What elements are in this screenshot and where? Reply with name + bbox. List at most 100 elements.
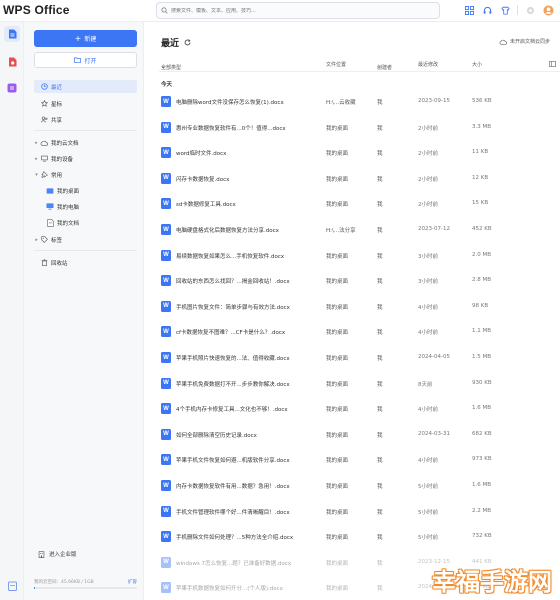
file-name: 惠州专业数据恢复软件有...0个！值得...docx bbox=[176, 125, 286, 132]
enterprise-entry[interactable]: 进入企业版 bbox=[38, 550, 77, 558]
file-size: 11 KB bbox=[472, 149, 489, 156]
column-location[interactable]: 文件位置 bbox=[326, 61, 346, 68]
table-row[interactable]: W 手机删除文件如何处理？...5种方法全介绍.docx 我的桌面我 5小时前 732 … bbox=[159, 525, 559, 551]
table-row[interactable]: W 手机图片恢复文件：简单步骤与有效方法.docx 我的桌面我 4小时前 98 KB bbox=[159, 295, 559, 321]
table-row[interactable]: W 4个手机内存卡修复工具...文化也不够！.docx 我的桌面我 4小时前 1.6 M… bbox=[159, 397, 559, 423]
column-size[interactable]: 大小 bbox=[472, 61, 482, 68]
sidebar-item-frequent[interactable]: ▾ 常用 bbox=[34, 168, 137, 181]
file-location[interactable]: 我的桌面 bbox=[326, 354, 376, 362]
table-row[interactable]: W 苹果手机照片快速恢复的...法、值得收藏.docx 我的桌面我 2024-04-0… bbox=[159, 346, 559, 372]
settings-icon[interactable] bbox=[524, 4, 536, 16]
cloud-sync-icon bbox=[499, 39, 507, 45]
sidebar-item-trash[interactable]: 回收站 bbox=[34, 256, 137, 269]
table-row[interactable]: W 如何全部删除清空历史记录.docx 我的桌面我 2024-03-31 682 KB bbox=[159, 423, 559, 449]
file-modified: 4小时前 bbox=[418, 304, 438, 311]
file-location[interactable]: 我的桌面 bbox=[326, 175, 376, 183]
cloud-sync-button[interactable]: 未开启文档云同步 bbox=[499, 38, 550, 45]
refresh-icon[interactable] bbox=[184, 39, 191, 46]
file-location[interactable]: 我的桌面 bbox=[326, 252, 376, 260]
file-name: sd卡数据修复工具.docx bbox=[176, 202, 236, 209]
sidebar-item-my-docs[interactable]: 我的文档 bbox=[34, 216, 137, 229]
word-doc-icon: W bbox=[161, 454, 171, 466]
sidebar-item-desktop[interactable]: 我的桌面 bbox=[34, 184, 137, 197]
table-header: 全部类型 ⌄ 文件位置 创建者 ⌄ 最近修改 大小 bbox=[159, 58, 560, 72]
pdf-icon bbox=[8, 57, 16, 67]
file-location[interactable]: H:\...云收藏 bbox=[326, 98, 376, 106]
search-box[interactable] bbox=[156, 2, 440, 19]
rail-bottom[interactable] bbox=[4, 578, 20, 594]
sidebar: + 新建 打开 最近 星标 共享 ▸ 我的云文档 ▸ 我的设备 ▾ 常用 我的桌… bbox=[24, 22, 144, 600]
file-location[interactable]: 我的桌面 bbox=[326, 482, 376, 490]
avatar[interactable] bbox=[542, 4, 554, 16]
file-location[interactable]: 我的桌面 bbox=[326, 303, 376, 311]
grid-apps-icon[interactable] bbox=[463, 4, 475, 16]
rail-pdf[interactable] bbox=[4, 54, 20, 70]
column-modified[interactable]: 最近修改 bbox=[418, 61, 438, 68]
rail-docs[interactable] bbox=[4, 26, 20, 42]
file-modified: 3小时前 bbox=[418, 253, 438, 260]
file-modified: 2023-09-15 bbox=[418, 98, 450, 104]
file-location[interactable]: 我的桌面 bbox=[326, 328, 376, 336]
file-location[interactable]: 我的桌面 bbox=[326, 277, 376, 285]
table-row[interactable]: W 闪存卡数据恢复.docx 我的桌面我 2小时前 12 KB bbox=[159, 167, 559, 193]
table-row[interactable]: W 电脑硬盘格式化后数据恢复方法分享.docx H:\...法分享我 2023-07-… bbox=[159, 218, 559, 244]
sidebar-item-devices[interactable]: ▸ 我的设备 bbox=[34, 152, 137, 165]
view-options-icon[interactable] bbox=[549, 61, 556, 69]
table-row[interactable]: Wword临时文件.docx 我的桌面我 2小时前 11 KB bbox=[159, 141, 559, 167]
file-creator: 我 bbox=[377, 356, 383, 362]
file-name: 手机图片恢复文件：简单步骤与有效方法.docx bbox=[176, 304, 290, 311]
table-row[interactable]: W 电脑删除word文件没保存怎么恢复(1).docx H:\...云收藏我 2023… bbox=[159, 90, 559, 116]
file-size: 2.2 MB bbox=[472, 507, 492, 514]
file-location[interactable]: H:\...法分享 bbox=[326, 226, 376, 234]
file-name: 苹果手机免费数据打不开...步步教你解决.docx bbox=[176, 381, 290, 388]
sidebar-item-shared[interactable]: 共享 bbox=[34, 113, 137, 126]
file-location[interactable]: 我的桌面 bbox=[326, 124, 376, 132]
file-location[interactable]: 我的桌面 bbox=[326, 508, 376, 516]
headset-icon[interactable] bbox=[481, 4, 493, 16]
file-modified: 2小时前 bbox=[418, 151, 438, 158]
skin-icon[interactable] bbox=[499, 4, 511, 16]
sidebar-item-recent[interactable]: 最近 bbox=[34, 80, 137, 93]
table-row[interactable]: W 易续数据恢复如果怎么...手机恢复软件.docx 我的桌面我 3小时前 2.0 MB bbox=[159, 244, 559, 270]
table-row[interactable]: W 苹果手机免费数据打不开...步步教你解决.docx 我的桌面我 8天前 930 KB bbox=[159, 372, 559, 398]
new-button[interactable]: + 新建 bbox=[34, 30, 137, 47]
sidebar-item-computer[interactable]: 我的电脑 bbox=[34, 200, 137, 213]
table-row[interactable]: W 手机文件管理软件哪个好...件清晰醒目！.docx 我的桌面我 5小时前 2.2 M… bbox=[159, 500, 559, 526]
open-button[interactable]: 打开 bbox=[34, 52, 137, 68]
file-location[interactable]: 我的桌面 bbox=[326, 533, 376, 541]
file-name: 内存卡数据恢复软件有用...数据？急用！.docx bbox=[176, 484, 290, 490]
file-size: 1.5 MB bbox=[472, 354, 492, 360]
table-row[interactable]: W 回收站的东西怎么找回？...揭金回收站！.docx 我的桌面我 3小时前 2.8 M… bbox=[159, 269, 559, 295]
file-location[interactable]: 我的桌面 bbox=[326, 149, 376, 157]
expand-space-link[interactable]: 扩容 bbox=[128, 579, 137, 585]
word-doc-icon: W bbox=[161, 556, 171, 568]
table-row[interactable]: W 惠州专业数据恢复软件有...0个！值得...docx 我的桌面我 2小时前 3.3 … bbox=[159, 116, 559, 142]
table-row[interactable]: Wcf卡数据恢复不图难？...CF卡是什么？.docx 我的桌面我 4小时前 1.1 … bbox=[159, 320, 559, 346]
file-location[interactable]: 我的桌面 bbox=[326, 200, 376, 208]
table-row[interactable]: W 内存卡数据恢复软件有用...数据？急用！.docx 我的桌面我 5小时前 1.6 M… bbox=[159, 474, 559, 500]
file-location[interactable]: 我的桌面 bbox=[326, 584, 376, 592]
file-location[interactable]: 我的桌面 bbox=[326, 456, 376, 464]
file-location[interactable]: 我的桌面 bbox=[326, 559, 376, 567]
file-modified: 2小时前 bbox=[418, 176, 438, 183]
file-size: 3.3 MB bbox=[472, 123, 492, 130]
sidebar-item-cloud-docs[interactable]: ▸ 我的云文档 bbox=[34, 136, 137, 149]
file-modified: 2小时前 bbox=[418, 202, 438, 209]
word-doc-icon: W bbox=[161, 352, 171, 363]
page-title: 最近 bbox=[161, 36, 191, 49]
table-row[interactable]: W 苹果手机文件恢复如何避...机版软件分享.docx 我的桌面我 4小时前 973 K… bbox=[159, 448, 559, 474]
file-location[interactable]: 我的桌面 bbox=[326, 405, 376, 413]
file-name: 如何全部删除清空历史记录.docx bbox=[176, 432, 257, 439]
file-location[interactable]: 我的桌面 bbox=[326, 380, 376, 388]
search-input[interactable] bbox=[171, 7, 411, 14]
sidebar-item-tags[interactable]: ▸ 标签 bbox=[34, 233, 137, 246]
file-creator: 我 bbox=[377, 100, 383, 106]
table-row[interactable]: Wsd卡数据修复工具.docx 我的桌面我 2小时前 15 KB bbox=[159, 192, 559, 218]
file-name: 苹果手机数据恢复如何开分...(个人版).docx bbox=[176, 586, 283, 593]
share-icon bbox=[40, 116, 48, 123]
sidebar-item-starred[interactable]: 星标 bbox=[34, 97, 137, 110]
rail-apps[interactable] bbox=[4, 80, 20, 96]
star-icon bbox=[40, 100, 48, 107]
file-location[interactable]: 我的桌面 bbox=[326, 431, 376, 439]
plus-icon: + bbox=[74, 33, 82, 43]
